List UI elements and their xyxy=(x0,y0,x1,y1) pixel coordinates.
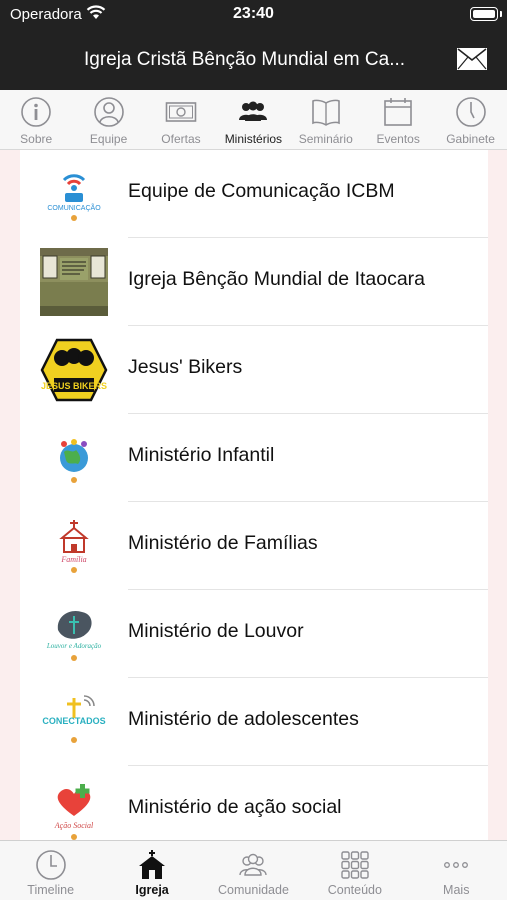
list-item[interactable]: Família Ministério de Famílias xyxy=(20,502,488,590)
tab-label: Eventos xyxy=(376,132,420,146)
tab-label: Gabinete xyxy=(446,132,495,146)
ministry-title: Ministério de Famílias xyxy=(128,532,318,554)
person-icon xyxy=(93,97,124,127)
tab-ofertas[interactable]: Ofertas xyxy=(145,90,217,149)
tab-label: Igreja xyxy=(135,883,169,897)
calendar-icon xyxy=(384,98,412,126)
info-icon xyxy=(21,97,51,127)
ministry-title: Ministério de adolescentes xyxy=(128,708,359,730)
banknote-icon xyxy=(165,102,197,122)
ministry-title: Equipe de Comunicação ICBM xyxy=(128,180,395,202)
tab-label: Mais xyxy=(443,883,470,897)
ministries-list: COMUNICAÇÃO Equipe de Comunicação ICBM I… xyxy=(20,150,488,840)
ministries-content[interactable]: COMUNICAÇÃO Equipe de Comunicação ICBM I… xyxy=(0,150,507,840)
grid-icon xyxy=(341,851,369,879)
ministry-title: Ministério Infantil xyxy=(128,444,275,466)
tab-timeline[interactable]: Timeline xyxy=(0,841,101,900)
thumb-text: COMUNICAÇÃO xyxy=(47,203,101,212)
tab-label: Timeline xyxy=(27,883,75,897)
tab-label: Seminário xyxy=(298,132,353,146)
infantil-logo-icon xyxy=(40,424,108,492)
ministry-title: Ministério de ação social xyxy=(128,796,342,818)
tab-gabinete[interactable]: Gabinete xyxy=(434,90,506,149)
familias-logo-icon: Família xyxy=(40,512,108,580)
tab-label: Sobre xyxy=(20,132,53,146)
list-item[interactable]: COMUNICAÇÃO Equipe de Comunicação ICBM xyxy=(20,150,488,238)
adolescentes-logo-icon: CONECTADOS xyxy=(40,688,108,756)
jesus-bikers-logo-icon: JESUS BIKERS xyxy=(40,336,108,404)
tab-conteudo[interactable]: Conteúdo xyxy=(304,841,405,900)
tab-label: Ofertas xyxy=(161,132,201,146)
tab-label: Equipe xyxy=(89,132,128,146)
tab-equipe[interactable]: Equipe xyxy=(72,90,144,149)
battery-tip xyxy=(500,11,502,17)
list-item[interactable]: CONECTADOS Ministério de adolescentes xyxy=(20,678,488,766)
navigation-bar: Igreja Cristã Bênção Mundial em Ca... xyxy=(0,30,507,90)
ministry-title: Jesus' Bikers xyxy=(128,356,243,378)
list-item[interactable]: Louvor e Adoração Ministério de Louvor xyxy=(20,590,488,678)
thumb-text: CONECTADOS xyxy=(42,716,105,726)
more-icon xyxy=(444,862,469,868)
acao-social-logo-icon: Ação Social xyxy=(40,776,108,840)
tab-label: Comunidade xyxy=(218,883,289,897)
group-icon xyxy=(239,101,268,121)
tab-mais[interactable]: Mais xyxy=(406,841,507,900)
battery-icon xyxy=(470,7,498,21)
tab-label: Conteúdo xyxy=(327,883,382,897)
book-icon xyxy=(311,99,340,126)
top-tab-bar: Sobre Equipe Ofertas Ministérios Seminár… xyxy=(0,90,507,150)
clock-icon xyxy=(35,850,66,880)
tab-comunidade[interactable]: Comunidade xyxy=(203,841,304,900)
status-time: 23:40 xyxy=(233,5,274,22)
status-bar: Operadora 23:40 xyxy=(0,0,507,30)
tab-igreja[interactable]: Igreja xyxy=(101,841,202,900)
louvor-logo-icon: Louvor e Adoração xyxy=(40,600,108,668)
church-photo-icon xyxy=(40,248,108,316)
ministry-title: Igreja Bênção Mundial de Itaocara xyxy=(128,268,426,290)
thumb-text: Louvor e Adoração xyxy=(46,642,102,650)
thumb-text: Família xyxy=(60,555,86,564)
thumb-text: JESUS BIKERS xyxy=(41,381,107,391)
list-item[interactable]: Igreja Bênção Mundial de Itaocara xyxy=(20,238,488,326)
people-icon xyxy=(239,853,268,876)
comunicacao-logo-icon: COMUNICAÇÃO xyxy=(40,160,108,228)
list-item[interactable]: Ministério Infantil xyxy=(20,414,488,502)
page-title: Igreja Cristã Bênção Mundial em Ca... xyxy=(84,49,406,70)
mail-icon[interactable] xyxy=(457,48,487,70)
thumb-text: Ação Social xyxy=(54,821,94,830)
tab-label: Ministérios xyxy=(224,132,283,146)
tab-seminario[interactable]: Seminário xyxy=(290,90,362,149)
ministry-title: Ministério de Louvor xyxy=(128,620,304,642)
tab-sobre[interactable]: Sobre xyxy=(0,90,72,149)
list-item[interactable]: Ação Social Ministério de ação social xyxy=(20,766,488,840)
church-icon xyxy=(139,850,166,879)
tab-ministerios[interactable]: Ministérios xyxy=(217,90,289,149)
clock-icon xyxy=(455,97,486,127)
list-item[interactable]: JESUS BIKERS Jesus' Bikers xyxy=(20,326,488,414)
bottom-tab-bar: Timeline Igreja Comunidade Conteúdo Mais xyxy=(0,840,507,900)
tab-eventos[interactable]: Eventos xyxy=(362,90,434,149)
